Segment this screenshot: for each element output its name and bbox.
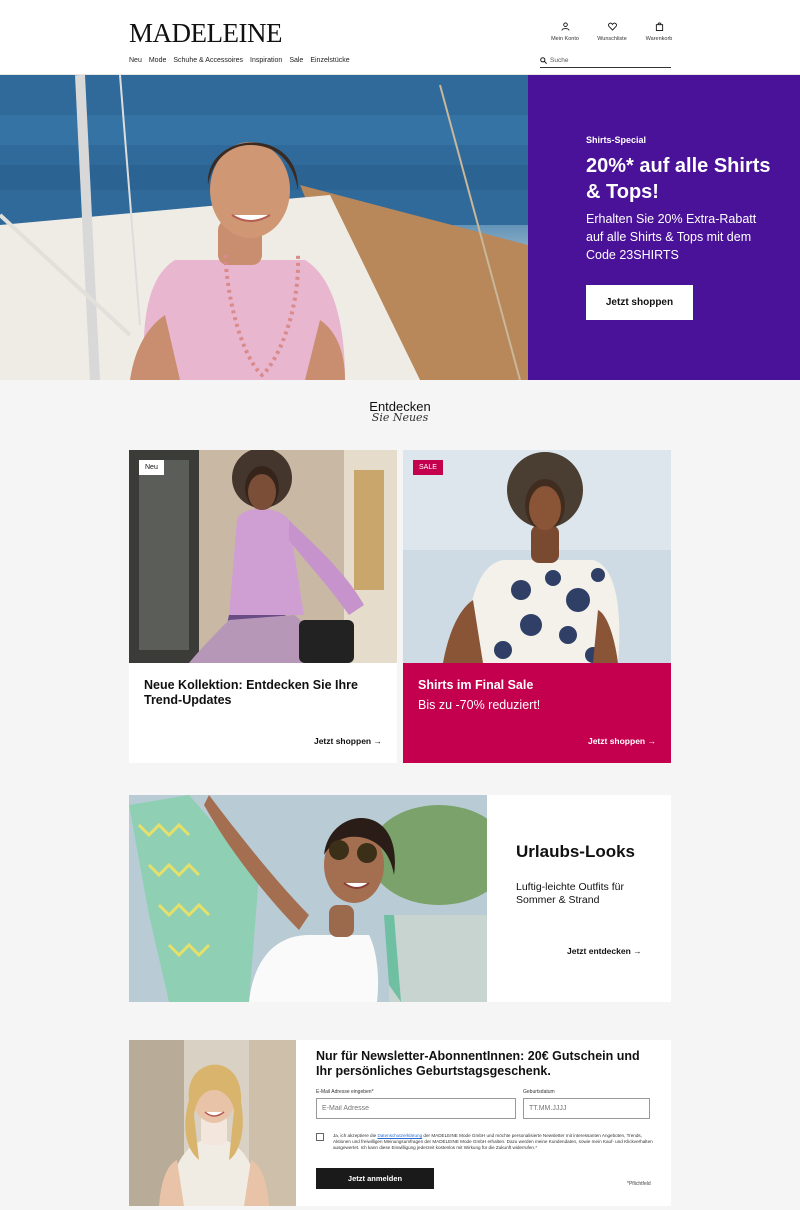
account-button[interactable]: Mein Konto xyxy=(543,22,587,42)
newsletter-title: Nur für Newsletter-AbonnentInnen: 20€ Gu… xyxy=(316,1049,640,1078)
card-title: Neue Kollektion: Entdecken Sie Ihre Tren… xyxy=(144,678,358,707)
sale-badge: SALE xyxy=(413,460,443,475)
holiday-looks-teaser[interactable]: Urlaubs-Looks Luftig-leichte Outfits für… xyxy=(129,795,671,1002)
teaser-title: Urlaubs-Looks xyxy=(516,842,636,861)
nav-item-einzelstuecke[interactable]: Einzelstücke xyxy=(310,57,349,64)
hero-image[interactable] xyxy=(0,75,528,380)
nav-item-neu[interactable]: Neu xyxy=(129,57,142,64)
arrow-right-icon: → xyxy=(647,736,657,746)
nav-item-schuhe-accessoires[interactable]: Schuhe & Accessoires xyxy=(173,57,243,64)
new-badge: Neu xyxy=(139,460,164,475)
privacy-policy-link[interactable]: Datenschutzerklärung xyxy=(377,1133,422,1138)
card-image[interactable]: Neu xyxy=(129,450,397,663)
cart-button[interactable]: Warenkorb xyxy=(637,22,681,42)
teaser-photo-illustration xyxy=(129,795,487,1002)
birthday-field[interactable] xyxy=(523,1098,650,1119)
nav-item-inspiration[interactable]: Inspiration xyxy=(250,57,282,64)
card-link-label: Jetzt shoppen xyxy=(313,736,372,746)
hero-text: Erhalten Sie 20% Extra-Rabatt auf alle S… xyxy=(586,212,757,262)
email-label: E-Mail Adresse eingeben* xyxy=(316,1089,374,1095)
card-shop-link[interactable]: Jetzt shoppen → xyxy=(588,736,656,746)
teaser-panel: Urlaubs-Looks Luftig-leichte Outfits für… xyxy=(487,795,671,1002)
subscribe-button[interactable]: Jetzt anmelden xyxy=(316,1168,434,1189)
newsletter-photo-illustration xyxy=(129,1040,296,1206)
teaser-image[interactable] xyxy=(129,795,487,1002)
newsletter-signup: Nur für Newsletter-AbonnentInnen: 20€ Gu… xyxy=(129,1040,671,1206)
card-final-sale[interactable]: SALE Shirts im Final Sale Bis zu -70% re… xyxy=(403,450,671,763)
card-subtitle: Bis zu -70% reduziert! xyxy=(418,698,541,712)
account-label: Mein Konto xyxy=(551,36,579,42)
hero-photo-illustration xyxy=(0,75,528,380)
consent-text: Ja, ich akzeptiere die Datenschutzerklär… xyxy=(333,1133,653,1151)
hero-banner: Shirts-Special 20%* auf alle Shirts & To… xyxy=(0,75,800,380)
card-new-collection[interactable]: Neu Neue Kollektion: Entdecken Sie Ihre … xyxy=(129,450,397,763)
newsletter-image xyxy=(129,1040,296,1206)
hero-eyebrow: Shirts-Special xyxy=(586,135,647,145)
search-icon xyxy=(540,57,547,64)
teaser-link-label: Jetzt entdecken xyxy=(567,946,631,956)
heart-icon xyxy=(607,22,617,31)
cart-label: Warenkorb xyxy=(645,36,673,42)
site-header: MADELEINE Mein Konto Wunschliste Warenko… xyxy=(0,0,800,75)
card-image[interactable]: SALE xyxy=(403,450,671,663)
logo[interactable]: MADELEINE xyxy=(129,18,282,49)
wishlist-label: Wunschliste xyxy=(597,36,627,42)
card-photo-illustration xyxy=(129,450,397,663)
search-input[interactable]: Suche xyxy=(540,54,671,68)
consent-checkbox[interactable] xyxy=(316,1133,324,1141)
hero-promo-panel: Shirts-Special 20%* auf alle Shirts & To… xyxy=(528,75,800,380)
teaser-text: Luftig-leichte Outfits für Sommer & Stra… xyxy=(516,881,624,906)
arrow-right-icon: → xyxy=(373,736,383,746)
section-script-subtitle: Sie Neues xyxy=(371,411,429,424)
card-body: Shirts im Final Sale Bis zu -70% reduzie… xyxy=(403,663,671,763)
hero-shop-button[interactable]: Jetzt shoppen xyxy=(586,285,693,320)
card-title: Shirts im Final Sale xyxy=(418,678,534,692)
main-nav: Neu Mode Schuhe & Accessoires Inspiratio… xyxy=(129,57,357,64)
card-shop-link[interactable]: Jetzt shoppen → xyxy=(314,736,382,746)
bag-icon xyxy=(655,22,663,31)
search-placeholder: Suche xyxy=(550,57,569,64)
email-field[interactable] xyxy=(316,1098,516,1119)
card-photo-illustration xyxy=(403,450,671,663)
card-link-label: Jetzt shoppen xyxy=(587,736,646,746)
arrow-right-icon: → xyxy=(633,946,642,956)
required-note: *Pflichtfeld xyxy=(627,1181,651,1187)
user-icon xyxy=(560,22,570,31)
nav-item-mode[interactable]: Mode xyxy=(149,57,167,64)
card-body: Neue Kollektion: Entdecken Sie Ihre Tren… xyxy=(129,663,397,763)
consent-text-pre: Ja, ich akzeptiere die xyxy=(333,1133,377,1138)
nav-item-sale[interactable]: Sale xyxy=(289,57,303,64)
hero-title: 20%* auf alle Shirts & Tops! xyxy=(586,155,771,203)
birthday-label: Geburtsdatum xyxy=(523,1089,555,1095)
wishlist-button[interactable]: Wunschliste xyxy=(590,22,634,42)
teaser-discover-link[interactable]: Jetzt entdecken → xyxy=(567,946,642,956)
